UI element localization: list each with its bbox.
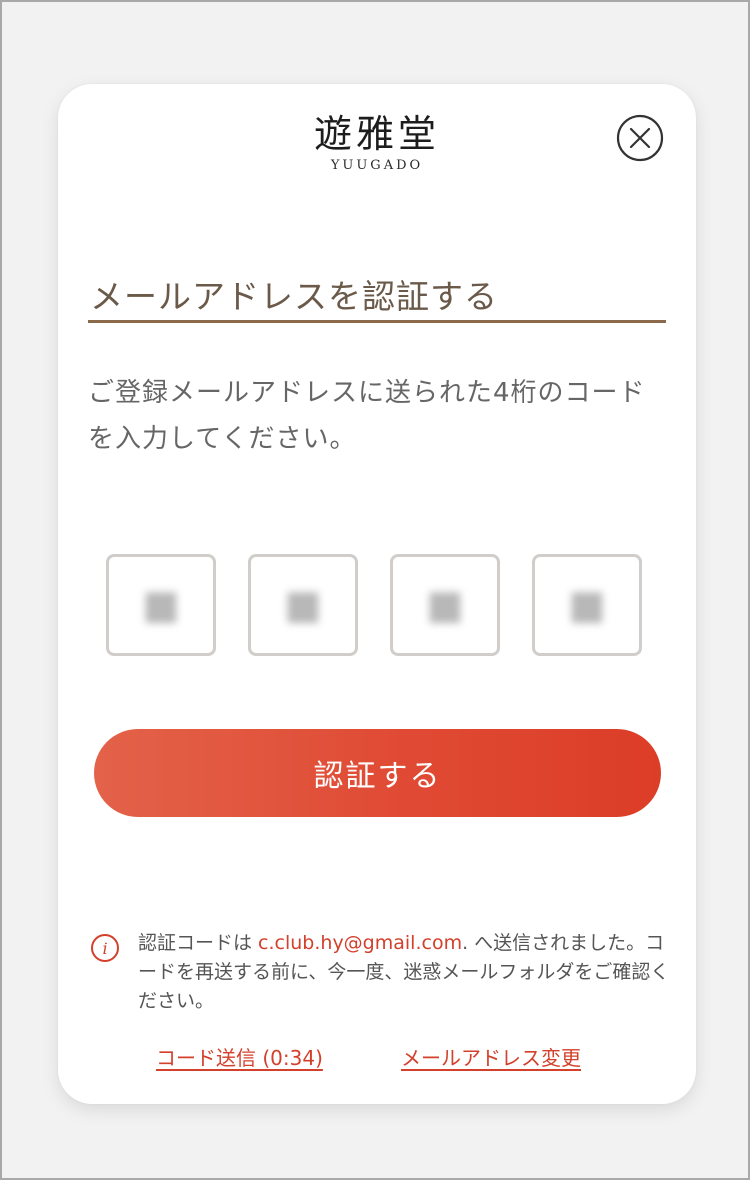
close-circle-icon (616, 114, 664, 162)
verification-dialog: 遊雅堂 YUUGADO メールアドレスを認証する ご登録メールアドレスに送られた… (58, 84, 696, 1104)
brand-logo: 遊雅堂 YUUGADO (58, 112, 696, 173)
code-digit-1: ■ (142, 582, 180, 628)
change-email-link[interactable]: メールアドレス変更 (401, 1042, 581, 1071)
info-text: 認証コードは c.club.hy@gmail.com. へ送信されました。コード… (138, 929, 678, 1016)
code-digit-input-4[interactable]: ■ (532, 554, 642, 656)
page-title: メールアドレスを認証する (90, 277, 498, 316)
verify-button[interactable]: 認証する (94, 729, 661, 817)
screen-frame: 遊雅堂 YUUGADO メールアドレスを認証する ご登録メールアドレスに送られた… (0, 0, 750, 1180)
code-digit-input-2[interactable]: ■ (248, 554, 358, 656)
resend-code-link[interactable]: コード送信 (0:34) (156, 1042, 323, 1071)
info-icon: i (91, 934, 119, 962)
code-digit-input-3[interactable]: ■ (390, 554, 500, 656)
title-divider (88, 320, 666, 323)
code-input-group: ■ ■ ■ ■ (106, 554, 650, 660)
info-text-before: 認証コードは (138, 932, 259, 954)
logo-roman: YUUGADO (330, 158, 424, 173)
instructions-text: ご登録メールアドレスに送られた4桁のコードを入力してください。 (88, 378, 646, 454)
recipient-email: c.club.hy@gmail.com (258, 932, 463, 954)
code-digit-input-1[interactable]: ■ (106, 554, 216, 656)
code-digit-2: ■ (284, 582, 322, 628)
code-digit-4: ■ (568, 582, 606, 628)
close-button[interactable] (616, 114, 664, 162)
footer-links: コード送信 (0:34) メールアドレス変更 (58, 1042, 696, 1072)
svg-text:i: i (102, 939, 107, 958)
logo-kanji: 遊雅堂 (313, 112, 440, 156)
code-digit-3: ■ (426, 582, 464, 628)
